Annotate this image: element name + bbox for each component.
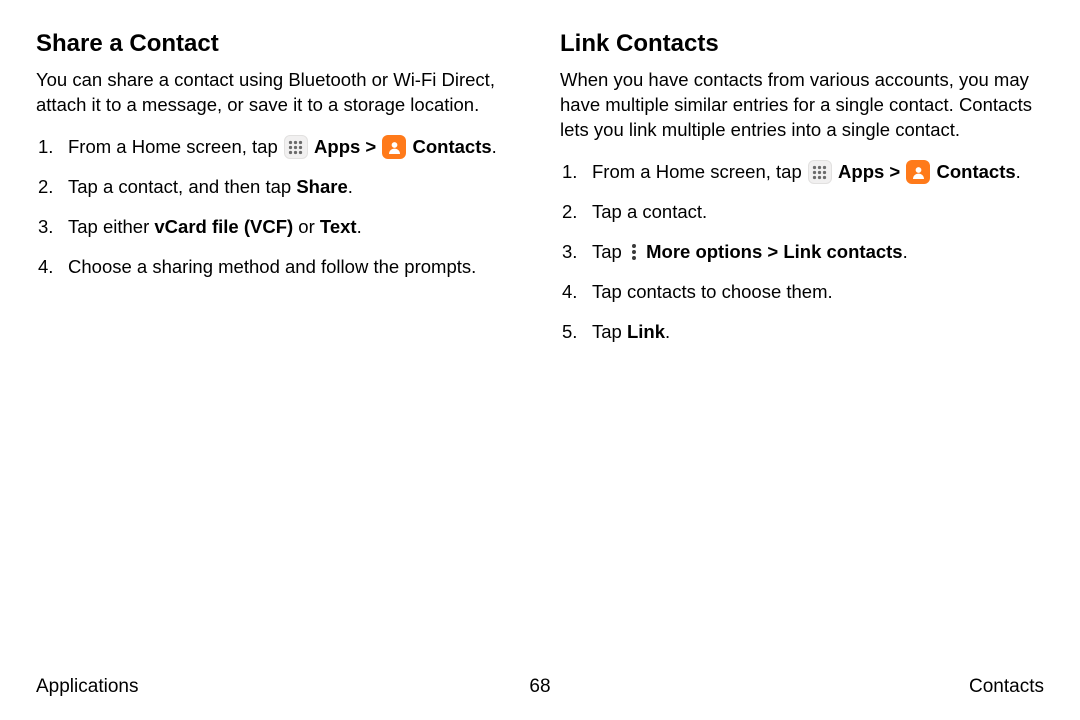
list-item: Tap a contact, and then tap Share. [36, 174, 520, 200]
list-item: Tap either vCard file (VCF) or Text. [36, 214, 520, 240]
list-item: From a Home screen, tap Apps > Contacts. [36, 134, 520, 160]
chevron-right-icon: > [889, 161, 905, 182]
list-item: Tap contacts to choose them. [560, 279, 1044, 305]
page-body: Share a Contact You can share a contact … [0, 0, 1080, 359]
contacts-icon [906, 160, 930, 184]
step-text: Tap [592, 321, 627, 342]
page-number: 68 [529, 676, 550, 698]
step-text: . [357, 216, 362, 237]
apps-icon [284, 135, 308, 159]
step-text: . [665, 321, 670, 342]
step-text: Choose a sharing method and follow the p… [68, 256, 476, 277]
right-column: Link Contacts When you have contacts fro… [560, 30, 1044, 359]
left-column: Share a Contact You can share a contact … [36, 30, 520, 359]
vcard-label: vCard file (VCF) [154, 216, 293, 237]
link-contacts-label: Link contacts [783, 241, 902, 262]
step-text: . [1016, 161, 1021, 182]
step-text: . [492, 136, 497, 157]
step-text: . [348, 176, 353, 197]
list-item: Choose a sharing method and follow the p… [36, 254, 520, 280]
footer-topic: Contacts [969, 676, 1044, 698]
contacts-label: Contacts [937, 161, 1016, 182]
apps-label: Apps [314, 136, 360, 157]
more-options-label: More options [646, 241, 762, 262]
list-item: Tap More options > Link contacts. [560, 239, 1044, 265]
heading-share-contact: Share a Contact [36, 30, 520, 58]
page-footer: Applications 68 Contacts [36, 676, 1044, 698]
intro-share-contact: You can share a contact using Bluetooth … [36, 68, 520, 118]
step-text: From a Home screen, tap [68, 136, 283, 157]
step-text: or [293, 216, 320, 237]
contacts-icon [382, 135, 406, 159]
text-label: Text [320, 216, 357, 237]
footer-section: Applications [36, 676, 138, 698]
step-text: Tap either [68, 216, 154, 237]
steps-link-contacts: From a Home screen, tap Apps > Contacts.… [560, 159, 1044, 345]
apps-label: Apps [838, 161, 884, 182]
step-text: . [903, 241, 908, 262]
steps-share-contact: From a Home screen, tap Apps > Contacts.… [36, 134, 520, 280]
list-item: Tap Link. [560, 319, 1044, 345]
more-options-icon [627, 244, 641, 260]
step-text: From a Home screen, tap [592, 161, 807, 182]
heading-link-contacts: Link Contacts [560, 30, 1044, 58]
step-text: Tap a contact, and then tap [68, 176, 296, 197]
list-item: Tap a contact. [560, 199, 1044, 225]
apps-icon [808, 160, 832, 184]
step-text: Tap [592, 241, 627, 262]
share-label: Share [296, 176, 347, 197]
chevron-right-icon: > [365, 136, 381, 157]
link-label: Link [627, 321, 665, 342]
step-text: Tap contacts to choose them. [592, 281, 833, 302]
intro-link-contacts: When you have contacts from various acco… [560, 68, 1044, 143]
contacts-label: Contacts [413, 136, 492, 157]
list-item: From a Home screen, tap Apps > Contacts. [560, 159, 1044, 185]
step-text: Tap a contact. [592, 201, 707, 222]
chevron-right-icon: > [762, 241, 783, 262]
